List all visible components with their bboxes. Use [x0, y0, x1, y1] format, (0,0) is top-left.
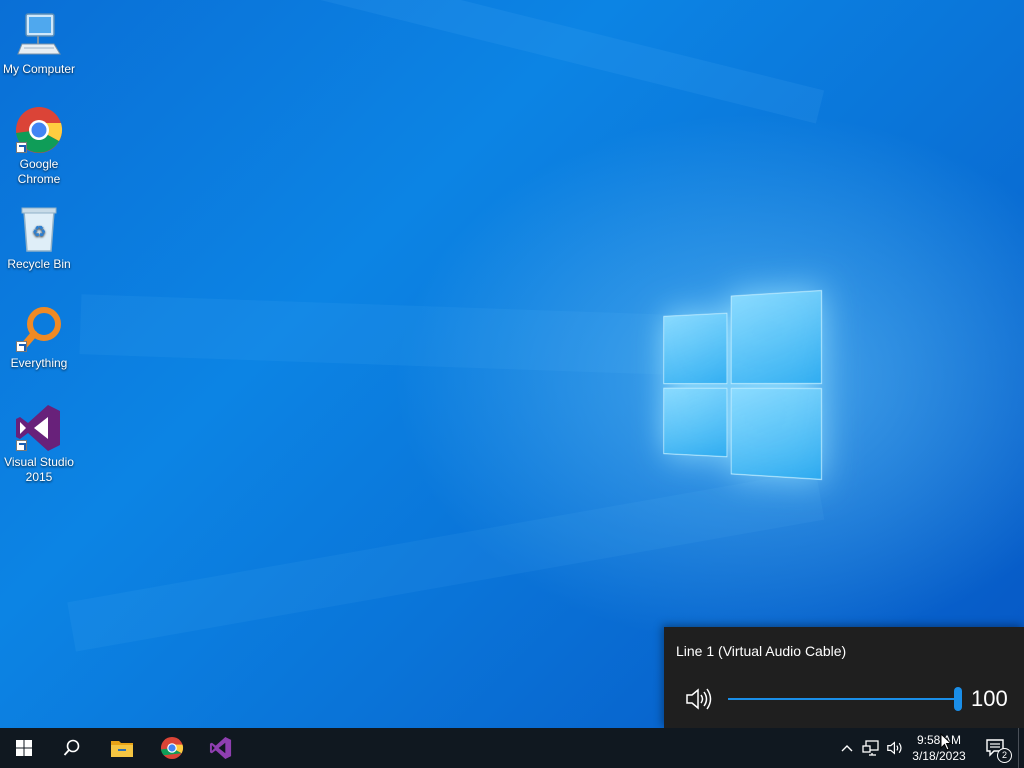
search-button[interactable]	[48, 728, 96, 768]
chevron-up-icon	[841, 745, 853, 752]
desktop: My Computer Google Chrome ♻ Recycle Bin …	[0, 0, 1024, 728]
network-icon	[862, 740, 879, 756]
everything-search-icon	[14, 304, 64, 354]
speaker-icon	[887, 741, 902, 755]
svg-text:♻: ♻	[32, 222, 46, 241]
computer-icon	[14, 10, 64, 60]
logo-pane	[730, 290, 822, 385]
desktop-icon-label: My Computer	[2, 62, 76, 76]
show-desktop-button[interactable]	[1018, 728, 1024, 768]
speaker-icon[interactable]	[684, 686, 714, 712]
desktop-icon-recycle-bin[interactable]: ♻ Recycle Bin	[0, 205, 78, 272]
chrome-icon	[14, 105, 64, 155]
taskbar-file-explorer[interactable]	[98, 728, 146, 768]
shortcut-arrow-icon	[16, 341, 27, 352]
notification-count-badge: 2	[997, 748, 1012, 763]
volume-tray-button[interactable]	[883, 728, 907, 768]
volume-flyout: Line 1 (Virtual Audio Cable) 100	[664, 627, 1024, 728]
taskbar-chrome[interactable]	[148, 728, 196, 768]
logo-pane	[663, 387, 728, 458]
windows-start-icon	[16, 740, 32, 756]
desktop-icon-visual-studio[interactable]: Visual Studio 2015	[0, 403, 78, 485]
desktop-icon-label: Visual Studio 2015	[4, 455, 74, 484]
desktop-icon-everything[interactable]: Everything	[0, 304, 78, 371]
network-tray-button[interactable]	[859, 728, 883, 768]
light-beam	[67, 470, 825, 652]
desktop-icon-label: Recycle Bin	[7, 257, 71, 271]
clock-date: 3/18/2023	[912, 749, 966, 763]
search-icon	[63, 739, 80, 756]
clock-time: 9:58 AM	[916, 733, 962, 747]
taskbar: 9:58 AM 3/18/2023 2	[0, 728, 1024, 768]
logo-pane	[663, 312, 728, 385]
visual-studio-icon	[14, 403, 64, 453]
desktop-icon-my-computer[interactable]: My Computer	[0, 10, 78, 77]
start-button[interactable]	[0, 728, 48, 768]
shortcut-arrow-icon	[16, 440, 27, 451]
desktop-icon-google-chrome[interactable]: Google Chrome	[0, 105, 78, 187]
recycle-bin-icon: ♻	[14, 205, 64, 255]
shortcut-arrow-icon	[16, 142, 27, 153]
desktop-icon-label: Google Chrome	[17, 157, 61, 186]
taskbar-clock[interactable]: 9:58 AM 3/18/2023	[908, 728, 970, 768]
chrome-icon	[160, 736, 184, 760]
volume-slider-thumb[interactable]	[954, 687, 962, 711]
volume-slider[interactable]	[728, 687, 962, 711]
taskbar-visual-studio[interactable]	[197, 728, 245, 768]
volume-slider-fill	[728, 698, 958, 700]
logo-pane	[730, 387, 822, 480]
file-explorer-icon	[111, 741, 133, 757]
show-hidden-icons-button[interactable]	[836, 728, 858, 768]
desktop-icon-label: Everything	[10, 356, 68, 370]
mouse-cursor-icon	[940, 733, 952, 751]
light-beam	[136, 0, 825, 124]
windows-logo-wallpaper	[663, 290, 822, 480]
action-center-button[interactable]: 2	[976, 728, 1016, 768]
audio-device-name[interactable]: Line 1 (Virtual Audio Cable)	[676, 643, 846, 659]
visual-studio-icon	[209, 736, 232, 760]
volume-value: 100	[971, 686, 1008, 711]
